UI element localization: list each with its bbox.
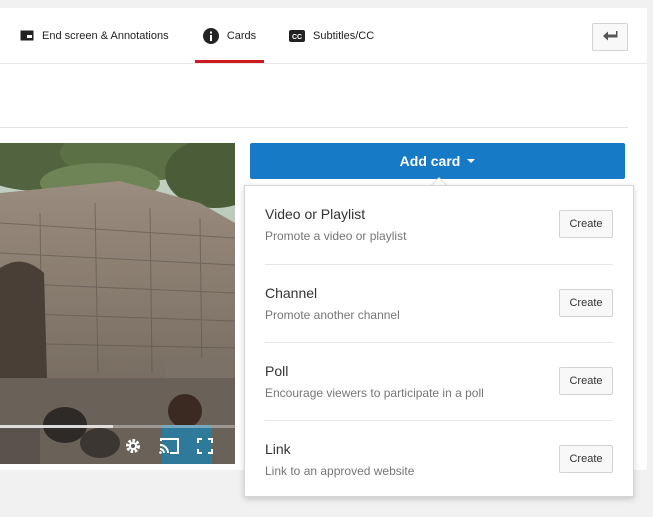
menu-item-title: Link [265,441,291,457]
back-arrow-icon [602,28,618,46]
menu-item-subtitle: Link to an approved website [265,464,415,478]
tab-label: End screen & Annotations [42,29,169,42]
cc-icon: CC [289,29,305,42]
menu-item-subtitle: Encourage viewers to participate in a po… [265,386,484,400]
create-channel-button[interactable]: Create [559,289,613,317]
create-video-playlist-button[interactable]: Create [559,210,613,238]
video-preview[interactable] [0,143,235,464]
tab-label: Subtitles/CC [313,29,375,42]
tab-bar: End screen & Annotations Cards CC Subtit… [0,8,647,64]
video-frame-image [0,143,235,464]
menu-item-link: Link Link to an approved website Create [265,420,613,498]
end-screen-icon [20,30,34,41]
create-poll-button[interactable]: Create [559,367,613,395]
menu-item-title: Video or Playlist [265,206,366,222]
tab-label: Cards [226,29,257,42]
add-card-button[interactable]: Add card [250,143,625,179]
menu-item-title: Poll [265,363,289,379]
svg-text:CC: CC [292,34,302,41]
menu-item-video-playlist: Video or Playlist Promote a video or pla… [265,186,613,264]
menu-item-title: Channel [265,285,318,301]
menu-item-subtitle: Promote a video or playlist [265,229,407,243]
fullscreen-icon[interactable] [196,437,214,460]
add-card-menu: Video or Playlist Promote a video or pla… [244,185,634,497]
add-card-label: Add card [399,153,461,169]
settings-gear-icon[interactable] [124,437,142,460]
tab-end-screen-annotations[interactable]: End screen & Annotations [20,8,169,63]
cast-icon[interactable] [158,437,180,460]
back-button[interactable] [592,23,628,51]
section-divider [0,127,628,128]
video-progress-bar[interactable] [0,425,235,428]
menu-item-poll: Poll Encourage viewers to participate in… [265,342,613,420]
tab-cards[interactable]: Cards [195,8,264,63]
video-progress-fill [0,425,113,428]
create-link-button[interactable]: Create [559,445,613,473]
menu-item-channel: Channel Promote another channel Create [265,264,613,342]
info-icon [202,27,219,44]
menu-item-subtitle: Promote another channel [265,308,400,322]
caret-down-icon [467,159,476,163]
tab-subtitles-cc[interactable]: CC Subtitles/CC [289,8,374,63]
